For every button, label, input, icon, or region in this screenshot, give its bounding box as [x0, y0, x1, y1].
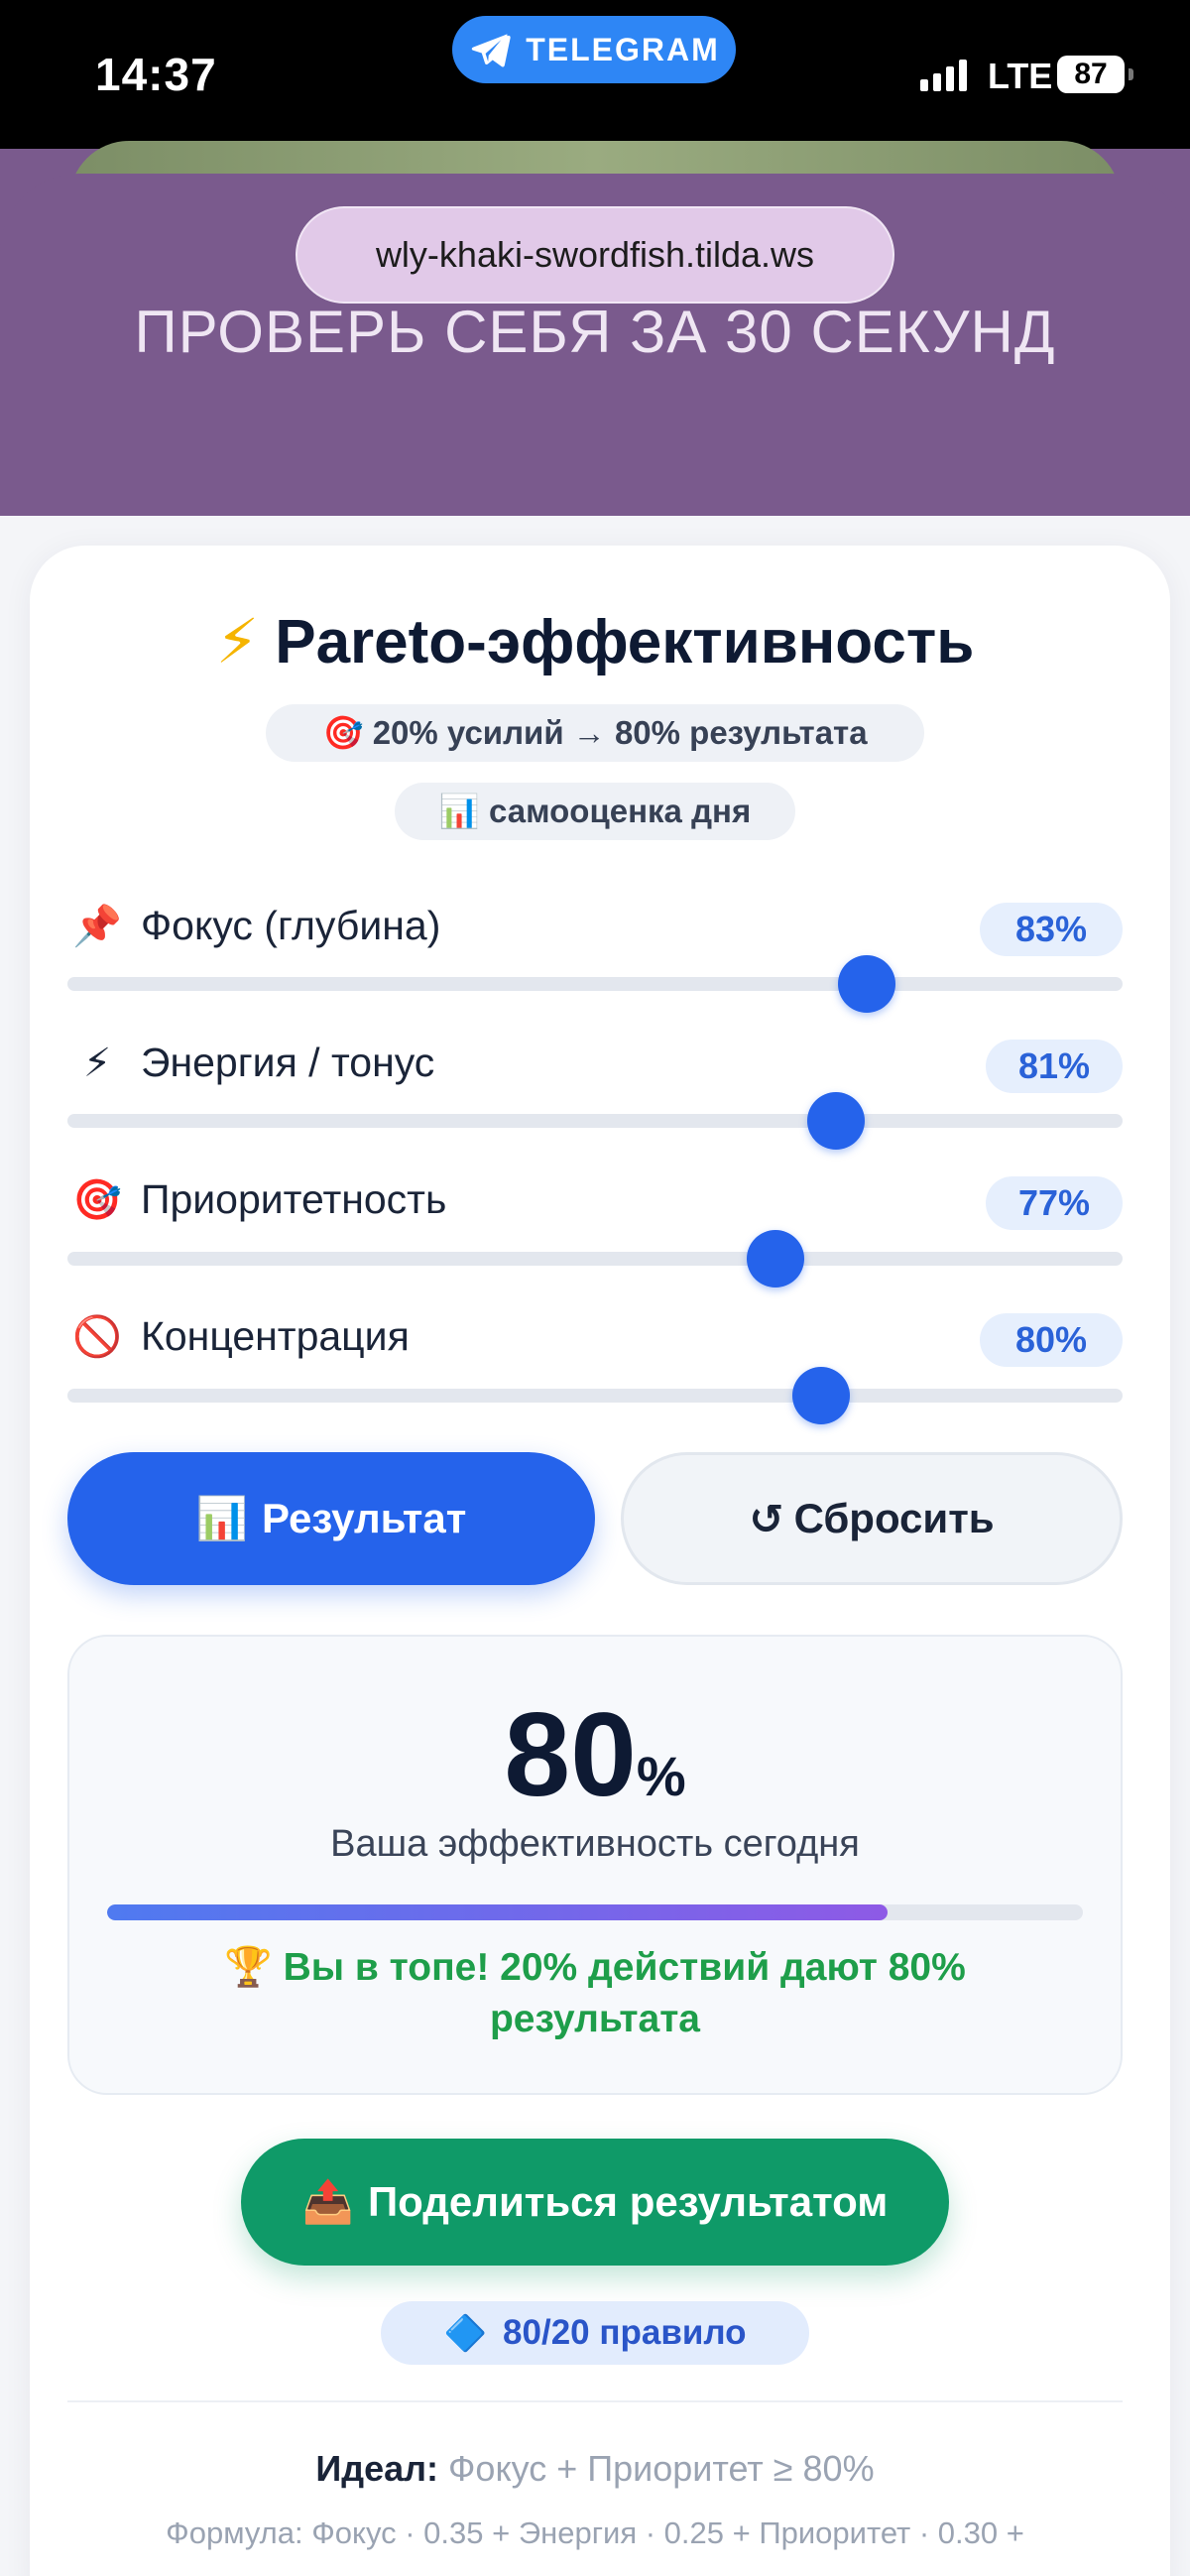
result-score: 80%: [0, 1686, 1190, 1823]
battery-icon: 87: [1057, 56, 1133, 93]
slider-label-text: Энергия / тонус: [141, 1040, 435, 1085]
slider-priority-value: 77%: [986, 1176, 1123, 1230]
result-caption: Ваша эффективность сегодня: [330, 1823, 860, 1865]
slider-concentration-label: 🚫 Концентрация: [69, 1313, 410, 1360]
slider-focus-value: 83%: [980, 903, 1123, 956]
target-icon: 🎯: [72, 1178, 122, 1222]
slider-priority-label: 🎯 Приоритетность: [69, 1176, 446, 1223]
ideal-text: Фокус + Приоритет ≥ 80%: [448, 2448, 875, 2489]
reset-icon: ↺: [749, 1495, 784, 1542]
status-time: 14:37: [95, 49, 217, 100]
slider-focus-thumb[interactable]: [837, 955, 895, 1013]
slider-priority-track[interactable]: [67, 1252, 1123, 1266]
pareto-rule-chip: 🎯 20% усилий → 80% результата: [266, 704, 924, 762]
slider-label-text: Приоритетность: [141, 1176, 447, 1222]
slider-energy-label: ⚡ Энергия / тонус: [69, 1040, 434, 1086]
url-bar[interactable]: wly-khaki-swordfish.tilda.ws: [296, 206, 894, 304]
result-score-value: 80: [504, 1688, 637, 1821]
slider-label-text: Фокус (глубина): [141, 903, 441, 948]
result-button-label: Результат: [262, 1495, 467, 1541]
ideal-line: Идеал: Фокус + Приоритет ≥ 80%: [0, 2448, 1190, 2490]
outbox-icon: 📤: [301, 2177, 354, 2225]
result-score-unit: %: [636, 1745, 686, 1807]
result-message: 🏆 Вы в топе! 20% действий дают 80% резул…: [224, 1946, 966, 2040]
rule-chip: 🔷 80/20 правило: [381, 2301, 809, 2365]
card-title: ⚡ Pareto-эффективность: [0, 605, 1190, 677]
rule-chip-label: 80/20 правило: [503, 2313, 747, 2352]
telegram-return-pill[interactable]: TELEGRAM: [452, 16, 736, 83]
self-assessment-chip: 📊 самооценка дня: [395, 783, 795, 840]
slider-concentration-thumb[interactable]: [792, 1367, 850, 1424]
ideal-label: Идеал:: [315, 2448, 439, 2489]
slider-label-text: Концентрация: [141, 1313, 410, 1359]
slider-priority-thumb[interactable]: [747, 1230, 805, 1288]
share-button[interactable]: 📤 Поделиться результатом: [241, 2139, 949, 2266]
network-label: LTE: [988, 56, 1053, 96]
slider-focus-track[interactable]: [67, 977, 1123, 991]
lightning-icon: ⚡: [215, 608, 260, 676]
slider-energy-value: 81%: [986, 1040, 1123, 1093]
divider: [67, 2400, 1123, 2402]
result-button[interactable]: 📊 Результат: [67, 1452, 595, 1585]
reset-button-label: Сбросить: [793, 1495, 995, 1541]
slider-energy-thumb[interactable]: [807, 1092, 866, 1150]
diamond-icon: 🔷: [443, 2313, 488, 2353]
slider-concentration-value: 80%: [980, 1313, 1123, 1367]
signal-icon: [920, 60, 967, 91]
telegram-label: TELEGRAM: [526, 31, 720, 67]
prohibited-icon: 🚫: [72, 1315, 122, 1359]
formula-text: Формула: Фокус · 0.35 + Энергия · 0.25 +…: [166, 2515, 1024, 2550]
result-progress-track: [107, 1904, 1083, 1920]
slider-focus-label: 📌 Фокус (глубина): [69, 903, 440, 949]
slider-energy-track[interactable]: [67, 1114, 1123, 1128]
lightning-icon: ⚡: [82, 1041, 112, 1085]
result-progress-fill: [107, 1904, 889, 1920]
status-bar: 14:37 TELEGRAM LTE 87: [0, 0, 1190, 149]
pushpin-icon: 📌: [72, 905, 122, 948]
hero-title: ПРОВЕРЬ СЕБЯ ЗА 30 СЕКУНД: [134, 299, 1056, 365]
telegram-icon: [471, 34, 511, 67]
bar-chart-icon: 📊: [195, 1494, 248, 1541]
reset-button[interactable]: ↺ Сбросить: [621, 1452, 1123, 1585]
slider-concentration-track[interactable]: [67, 1389, 1123, 1403]
share-button-label: Поделиться результатом: [367, 2178, 889, 2225]
card-title-text: Pareto-эффективность: [275, 608, 975, 676]
